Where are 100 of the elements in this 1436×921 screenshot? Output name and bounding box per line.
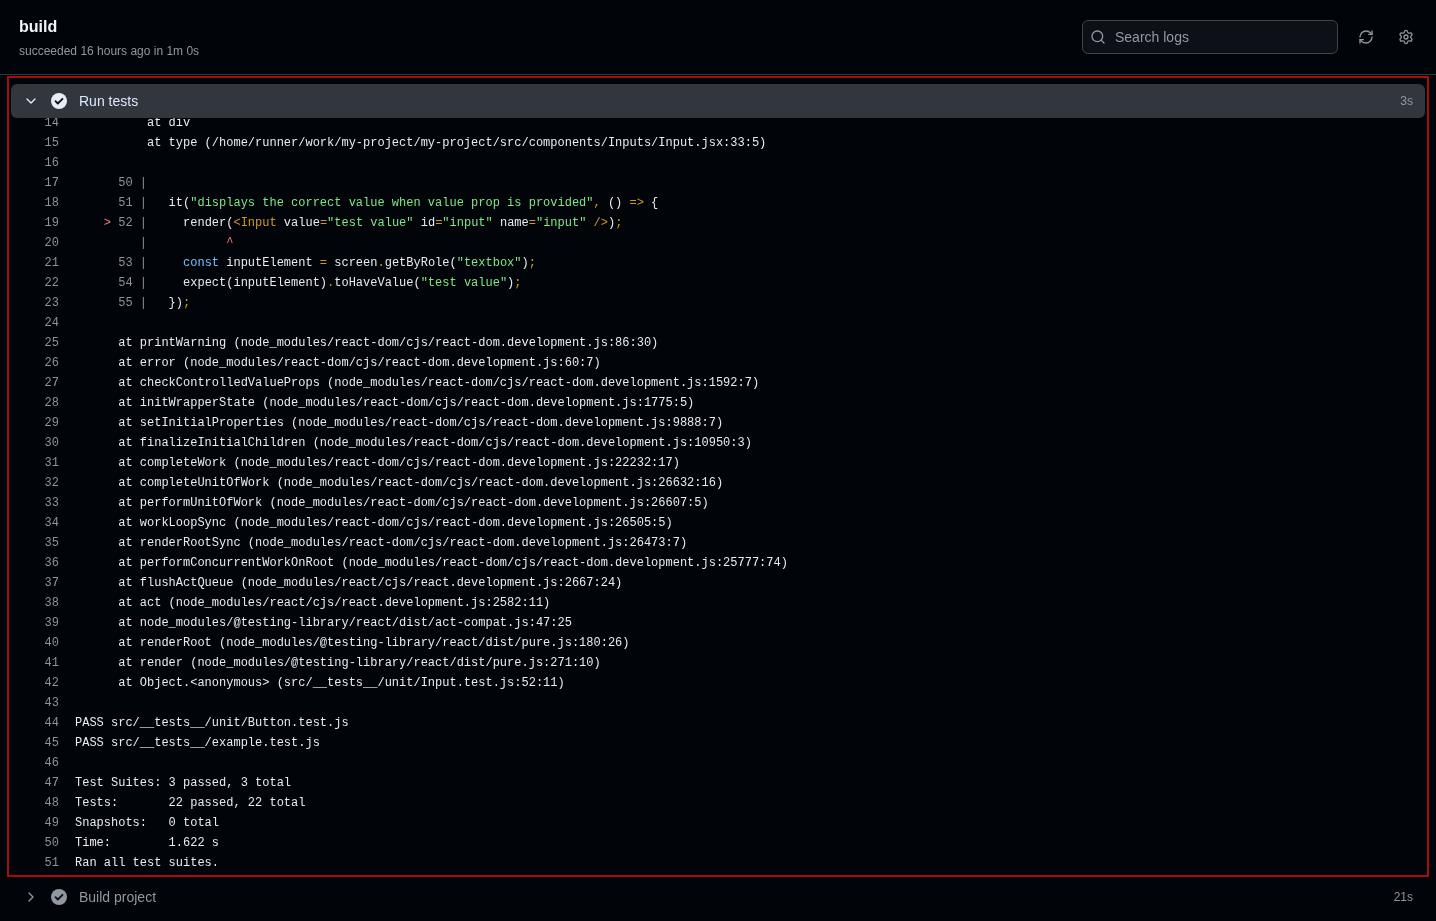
line-number: 18 xyxy=(43,195,59,212)
line-number: 27 xyxy=(43,375,59,392)
line-number: 42 xyxy=(43,675,59,692)
log-text: at completeUnitOfWork (node_modules/react-dom/cjs/react-dom.development.js:26632:16) xyxy=(117,476,724,490)
log-text: at error (node_modules/react-dom/cjs/react-dom.development.js:60:7) xyxy=(117,356,601,370)
log-text: 53 | xyxy=(117,256,147,270)
log-text: at node_modules/@testing-library/react/dist/act-compat.js:47:25 xyxy=(117,616,572,630)
step-name: Build project xyxy=(79,887,157,907)
log-text: "test value" xyxy=(327,216,414,230)
log-text: "input" xyxy=(535,216,587,230)
log-text: Ran all test suites. xyxy=(75,856,220,870)
line-number: 24 xyxy=(43,315,59,332)
log-text: it( xyxy=(167,196,191,210)
log-text: id xyxy=(419,216,436,230)
line-number: 26 xyxy=(43,355,59,372)
step-name: Run tests xyxy=(79,91,139,111)
line-number: 16 xyxy=(43,155,59,172)
settings-icon xyxy=(1398,29,1414,45)
log-text: at performUnitOfWork (node_modules/react-dom/cjs/react-dom.development.js:26607:5) xyxy=(117,496,709,510)
line-number: 32 xyxy=(43,475,59,492)
log-text: => xyxy=(629,196,644,210)
line-number: 25 xyxy=(43,335,59,352)
log-text: at Object.<anonymous> (src/__tests__/unit/Input.test.js:52:11) xyxy=(117,676,565,690)
line-number: 29 xyxy=(43,415,59,432)
line-number: 37 xyxy=(43,575,59,592)
log-text: at finalizeInitialChildren (node_modules/react-dom/cjs/react-dom.development.js:10950:3) xyxy=(117,436,752,450)
line-number: 43 xyxy=(43,695,59,712)
log-text: <Input xyxy=(233,216,277,230)
line-number: 49 xyxy=(43,815,59,832)
line-number: 34 xyxy=(43,515,59,532)
line-number: 38 xyxy=(43,595,59,612)
log-text: at performConcurrentWorkOnRoot (node_modules/react-dom/cjs/react-dom.development.js:25777:74) xyxy=(117,556,788,570)
log-text: at workLoopSync (node_modules/react-dom/cjs/react-dom.development.js:26505:5) xyxy=(117,516,673,530)
line-number: 35 xyxy=(43,535,59,552)
log-text: name xyxy=(498,216,529,230)
log-text: 51 | xyxy=(117,196,147,210)
line-number: 31 xyxy=(43,455,59,472)
step-header[interactable]: Build project 21s xyxy=(11,880,1425,914)
line-number: 19 xyxy=(43,215,59,232)
check-circle-icon xyxy=(51,93,67,109)
line-number: 39 xyxy=(43,615,59,632)
log-text: at act (node_modules/react/cjs/react.development.js:2582:11) xyxy=(117,596,551,610)
log-text: ; xyxy=(528,256,536,270)
log-text: "textbox" xyxy=(456,256,522,270)
line-number: 50 xyxy=(43,835,59,852)
log-text: "test value" xyxy=(420,276,508,290)
log-text: , xyxy=(593,196,601,210)
log-text: Snapshots: 0 total xyxy=(75,816,220,830)
log-text: const xyxy=(182,256,220,270)
log-text: inputElement xyxy=(225,256,314,270)
line-number: 46 xyxy=(43,755,59,772)
line-number: 44 xyxy=(43,715,59,732)
line-number: 51 xyxy=(43,855,59,872)
step-duration: 21s xyxy=(1393,889,1413,906)
line-number: 30 xyxy=(43,435,59,452)
line-number: 17 xyxy=(43,175,59,192)
log-text: { xyxy=(650,196,659,210)
step-duration: 3s xyxy=(1400,93,1413,110)
log-text: PASS src/__tests__/unit/Button.test.js xyxy=(75,716,349,730)
log-text: = xyxy=(319,216,328,230)
line-number: 21 xyxy=(43,255,59,272)
line-number: 41 xyxy=(43,655,59,672)
log-text: /> xyxy=(592,216,608,230)
log-text: "displays the correct value when value prop is provided" xyxy=(190,196,594,210)
log-text: at div xyxy=(146,116,191,130)
log-text: at render (node_modules/@testing-library/react/dist/pure.js:271:10) xyxy=(117,656,601,670)
log-text: 52 | xyxy=(117,216,148,230)
line-number: 28 xyxy=(43,395,59,412)
log-text: ; xyxy=(183,296,191,310)
line-number: 15 xyxy=(43,135,59,152)
log-text: }) xyxy=(167,296,184,310)
log-text: expect(inputElement) xyxy=(182,276,328,290)
log-text: at checkControlledValueProps (node_modules/react-dom/cjs/react-dom.development.js:1592:7) xyxy=(117,376,760,390)
search-field[interactable]: Search logs xyxy=(1082,20,1338,54)
job-title: build xyxy=(19,16,59,37)
log-text: at printWarning (node_modules/react-dom/cjs/react-dom.development.js:86:30) xyxy=(117,336,659,350)
log-text: at renderRoot (node_modules/@testing-library/react/dist/pure.js:180:26) xyxy=(117,636,630,650)
log-text: 50 | xyxy=(117,176,147,190)
line-number: 40 xyxy=(43,635,59,652)
log-text: at renderRootSync (node_modules/react-dom/cjs/react-dom.development.js:26473:7) xyxy=(117,536,688,550)
line-number: 47 xyxy=(43,775,59,792)
log-text: . xyxy=(327,276,335,290)
job-status: succeeded 16 hours ago in 1m 0s xyxy=(19,42,200,60)
log-text: at completeWork (node_modules/react-dom/cjs/react-dom.development.js:22232:17) xyxy=(117,456,680,470)
step-header[interactable]: Run tests 3s xyxy=(11,84,1425,118)
check-circle-icon xyxy=(51,889,67,905)
line-number: 36 xyxy=(43,555,59,572)
log-text: at initWrapperState (node_modules/react-dom/cjs/react-dom.development.js:1775:5) xyxy=(117,396,695,410)
log-text: at flushActQueue (node_modules/react/cjs/react.development.js:2667:24) xyxy=(117,576,623,590)
log-text: ; xyxy=(514,276,522,290)
log-text: () xyxy=(606,196,624,210)
search-icon xyxy=(1090,29,1106,45)
log-text: > xyxy=(102,216,111,230)
log-text: value xyxy=(282,216,320,230)
log-text: 54 | xyxy=(117,276,147,290)
log-text: Test Suites: 3 passed, 3 total xyxy=(75,776,292,790)
log-text: at type (/home/runner/work/my-project/my-project/src/components/Inputs/Input.jsx:33:5) xyxy=(146,136,767,150)
log-text: toHaveValue( xyxy=(334,276,421,290)
log-text: = xyxy=(528,216,536,230)
line-number: 45 xyxy=(43,735,59,752)
